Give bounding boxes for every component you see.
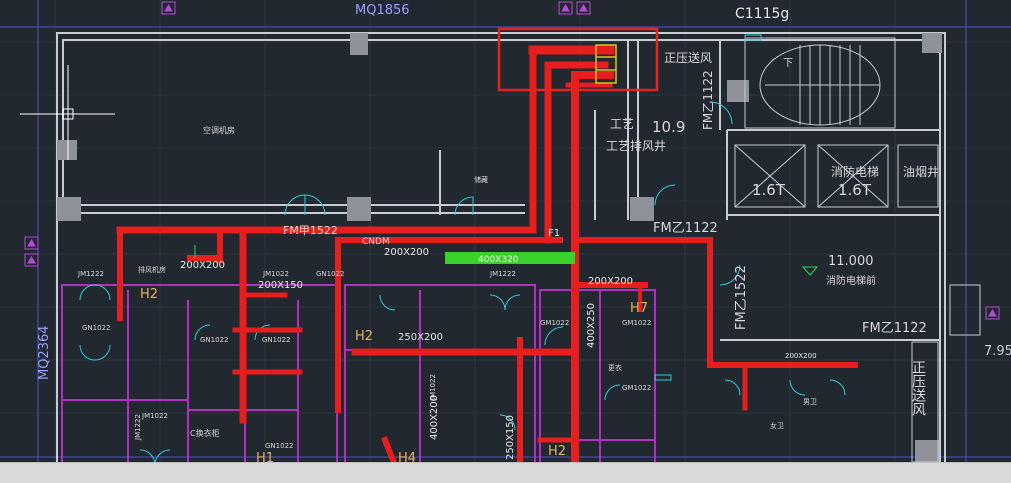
room-storage: 储藏 xyxy=(474,175,488,184)
cad-canvas[interactable]: MQ1856 MQ2364 7.95 C1115g 正压送风 空调机房 工艺 1… xyxy=(0,0,1011,482)
door-jm1022-a: JM1022 xyxy=(262,270,289,278)
duct-200x150: 200X150 xyxy=(258,280,303,291)
elevator-level: 11.000 xyxy=(828,254,874,269)
duct-200x200-a: 200X200 xyxy=(180,260,225,271)
duct-200x200-d: 200X200 xyxy=(785,352,817,360)
room-toilet-f: 女卫 xyxy=(770,421,784,430)
tag-h7: H7 xyxy=(630,301,648,316)
door-gm1022-a: GM1022 xyxy=(540,319,569,327)
duct-200x200-b: 200X200 xyxy=(384,247,429,258)
room-positive-pressure-v: 正压送风 xyxy=(910,360,926,417)
room-toilet-m: 男卫 xyxy=(803,398,817,406)
duct-200x200-c: 200X200 xyxy=(588,276,633,287)
elevator-label: 消防电梯 xyxy=(831,164,879,179)
door-jm1222-b: JM1222 xyxy=(489,270,516,278)
door-gm1022-b: GM1022 xyxy=(622,319,651,327)
door-gn1022-d: GN1022 xyxy=(316,270,344,278)
door-fm1522-right: FM乙1522 xyxy=(734,265,749,330)
oil-smoke-shaft: 油烟井 xyxy=(903,165,939,179)
stair-down: 下 xyxy=(783,58,793,69)
room-process-exhaust: 工艺排风井 xyxy=(606,139,666,153)
door-gm1022-c: GM1022 xyxy=(622,384,651,392)
door-gn1022-e: GN1022 xyxy=(265,442,293,450)
room-ac: 空调机房 xyxy=(203,125,235,135)
elevator-1-load: 1.6T xyxy=(752,181,786,199)
stairwell xyxy=(744,37,896,129)
tag-h2-c: H2 xyxy=(548,444,566,459)
room-exhaust-fan: 排风机房 xyxy=(138,265,166,274)
top-dim-label: MQ1856 xyxy=(355,3,410,18)
duct-400x200: 400X200 xyxy=(429,395,440,440)
door-fm1122-c: FM乙1122 xyxy=(862,321,927,336)
room-process: 工艺 xyxy=(610,117,634,131)
door-fm1122-a: FM乙1122 xyxy=(653,221,718,236)
tag-f1: F1 xyxy=(548,228,560,239)
duct-400x250: 400X250 xyxy=(586,303,597,348)
duct-250x150: 250X150 xyxy=(505,415,516,460)
door-gn1022-b: GN1022 xyxy=(200,336,228,344)
crosshair-cursor[interactable] xyxy=(20,65,115,160)
status-bar xyxy=(0,462,1011,483)
tag-h2-b: H2 xyxy=(355,329,373,344)
duct-400x320: 400X320 xyxy=(478,255,519,265)
floor-plan[interactable]: MQ1856 MQ2364 7.95 C1115g 正压送风 空调机房 工艺 1… xyxy=(0,0,1011,482)
room-changing: 更衣 xyxy=(608,363,622,372)
door-gn1022-a: GN1022 xyxy=(82,324,110,332)
door-jm1022-b: JM1022 xyxy=(141,412,168,420)
room-positive-pressure: 正压送风 xyxy=(664,50,712,65)
left-dim-label: MQ2364 xyxy=(37,325,52,380)
ref-c1115: C1115g xyxy=(735,6,789,22)
door-fm1522-top: FM甲1522 xyxy=(283,224,338,237)
door-jm1222-a: JM1222 xyxy=(77,270,104,278)
elevator-2-load: 1.6T xyxy=(838,181,872,199)
duct-250x200: 250X200 xyxy=(398,332,443,343)
door-gn1022-c: GN1022 xyxy=(262,336,290,344)
door-fm1122-b: FM乙1122 xyxy=(701,70,715,130)
room-locker: C换衣柜 xyxy=(190,428,220,438)
room-exhaust-dim: 10.9 xyxy=(652,118,685,136)
tag-h2-a: H2 xyxy=(140,287,158,302)
elevator-lobby: 消防电梯前 xyxy=(826,274,876,287)
right-edge-dim: 7.95 xyxy=(984,344,1011,359)
door-jm1222-c: JM1222 xyxy=(134,414,142,441)
cnd-label: CNDM xyxy=(362,237,390,247)
